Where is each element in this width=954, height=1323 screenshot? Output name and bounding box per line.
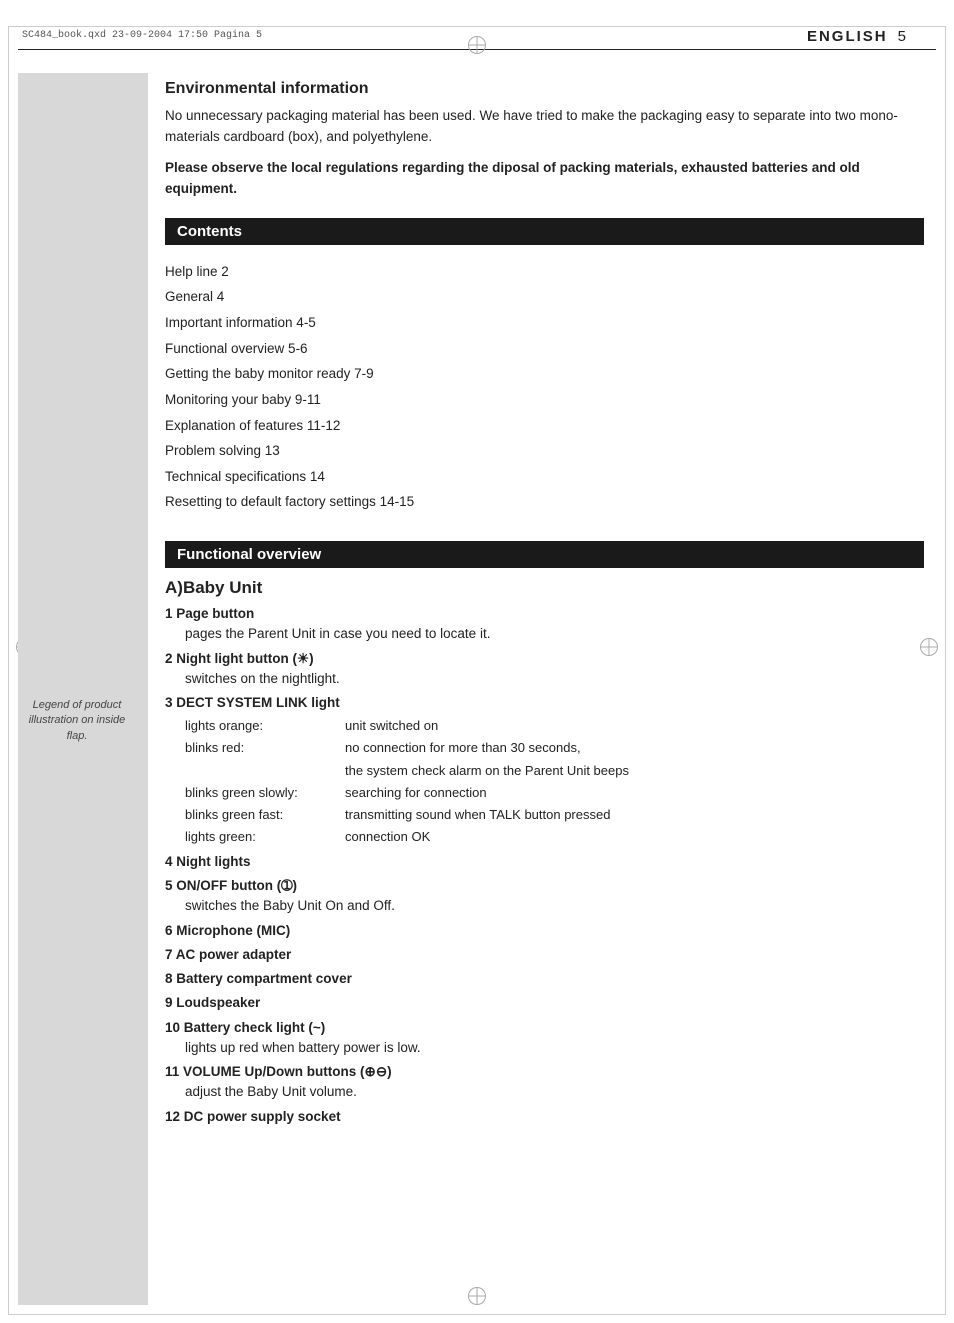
dect-key: lights orange: xyxy=(185,715,345,737)
dect-value: unit switched on xyxy=(345,715,924,737)
dect-key: lights green: xyxy=(185,826,345,848)
item-label: Loudspeaker xyxy=(176,995,260,1010)
item-number: 7 xyxy=(165,947,176,962)
file-stamp: SC484_book.qxd 23-09-2004 17:50 Pagina 5 xyxy=(22,30,262,41)
contents-header: Contents xyxy=(165,218,924,245)
sidebar xyxy=(18,73,148,1305)
item-label: VOLUME Up/Down buttons (⊕⊖) xyxy=(183,1064,392,1079)
dect-table: lights orange:unit switched onblinks red… xyxy=(185,715,924,848)
item-label: Night lights xyxy=(176,854,250,869)
contents-item: Help line 2 xyxy=(165,259,924,285)
item-label: Battery check light (~) xyxy=(184,1020,325,1035)
item-number: 10 xyxy=(165,1020,184,1035)
contents-section: Contents Help line 2General 4Important i… xyxy=(165,218,924,531)
item-number: 1 xyxy=(165,606,176,621)
list-item: 4 Night lights xyxy=(165,852,924,872)
item-description: switches on the nightlight. xyxy=(165,669,924,689)
crosshair-bottom xyxy=(468,1287,486,1305)
crosshair-mid-right xyxy=(920,638,938,656)
baby-unit-items: 1 Page button pages the Parent Unit in ca… xyxy=(165,604,924,1127)
contents-list: Help line 2General 4Important informatio… xyxy=(165,255,924,531)
contents-item: Functional overview 5-6 xyxy=(165,336,924,362)
header-page-number: 5 xyxy=(898,28,906,45)
contents-item: Problem solving 13 xyxy=(165,438,924,464)
dect-key: blinks green slowly: xyxy=(185,782,345,804)
crosshair-top xyxy=(468,36,486,54)
list-item: 6 Microphone (MIC) xyxy=(165,921,924,941)
environmental-title: Environmental information xyxy=(165,80,924,98)
item-description: pages the Parent Unit in case you need t… xyxy=(165,624,924,644)
list-item: 10 Battery check light (~) lights up red … xyxy=(165,1018,924,1059)
list-item: 2 Night light button (☀) switches on the … xyxy=(165,649,924,690)
item-label: AC power adapter xyxy=(176,947,292,962)
dect-row: lights orange:unit switched on xyxy=(185,715,924,737)
item-number: 11 xyxy=(165,1064,183,1079)
environmental-body: No unnecessary packaging material has be… xyxy=(165,106,924,148)
baby-unit-title: A)Baby Unit xyxy=(165,578,924,598)
dect-row: blinks green slowly:searching for connec… xyxy=(185,782,924,804)
functional-overview-header: Functional overview xyxy=(165,541,924,568)
dect-row: blinks green fast:transmitting sound whe… xyxy=(185,804,924,826)
dect-row: lights green:connection OK xyxy=(185,826,924,848)
dect-value: searching for connection xyxy=(345,782,924,804)
list-item: 5 ON/OFF button (➀) switches the Baby Uni… xyxy=(165,876,924,917)
item-number: 9 xyxy=(165,995,176,1010)
contents-item: Technical specifications 14 xyxy=(165,464,924,490)
dect-key: blinks green fast: xyxy=(185,804,345,826)
item-number: 12 xyxy=(165,1109,184,1124)
item-number: 2 xyxy=(165,651,176,666)
environmental-section: Environmental information No unnecessary… xyxy=(165,80,924,200)
item-label: DECT SYSTEM LINK light xyxy=(176,695,340,710)
contents-item: Monitoring your baby 9-11 xyxy=(165,387,924,413)
dect-row: the system check alarm on the Parent Uni… xyxy=(185,760,924,782)
list-item: 9 Loudspeaker xyxy=(165,993,924,1013)
dect-value: no connection for more than 30 seconds, xyxy=(345,737,924,759)
dect-key xyxy=(185,760,345,782)
list-item: 3 DECT SYSTEM LINK light lights orange:un… xyxy=(165,693,924,848)
item-label: Night light button (☀) xyxy=(176,651,313,666)
list-item: 7 AC power adapter xyxy=(165,945,924,965)
contents-item: Resetting to default factory settings 14… xyxy=(165,489,924,515)
dect-value: transmitting sound when TALK button pres… xyxy=(345,804,924,826)
list-item: 12 DC power supply socket xyxy=(165,1107,924,1127)
main-content: Environmental information No unnecessary… xyxy=(165,80,924,1161)
item-label: ON/OFF button (➀) xyxy=(176,878,297,893)
contents-item: Important information 4-5 xyxy=(165,310,924,336)
list-item: 8 Battery compartment cover xyxy=(165,969,924,989)
item-number: 6 xyxy=(165,923,176,938)
dect-value: the system check alarm on the Parent Uni… xyxy=(345,760,924,782)
environmental-notice: Please observe the local regulations reg… xyxy=(165,158,924,200)
item-number: 5 xyxy=(165,878,176,893)
header-title: ENGLISH xyxy=(807,28,888,45)
dect-value: connection OK xyxy=(345,826,924,848)
contents-item: Getting the baby monitor ready 7-9 xyxy=(165,361,924,387)
item-number: 3 xyxy=(165,695,176,710)
item-label: Microphone (MIC) xyxy=(176,923,290,938)
item-number: 8 xyxy=(165,971,176,986)
contents-item: General 4 xyxy=(165,284,924,310)
item-description: adjust the Baby Unit volume. xyxy=(165,1082,924,1102)
item-number: 4 xyxy=(165,854,176,869)
item-label: DC power supply socket xyxy=(184,1109,341,1124)
dect-key: blinks red: xyxy=(185,737,345,759)
item-label: Page button xyxy=(176,606,254,621)
item-description: lights up red when battery power is low. xyxy=(165,1038,924,1058)
dect-row: blinks red:no connection for more than 3… xyxy=(185,737,924,759)
contents-item: Explanation of features 11-12 xyxy=(165,413,924,439)
item-description: switches the Baby Unit On and Off. xyxy=(165,896,924,916)
functional-overview-section: Functional overview A)Baby Unit 1 Page b… xyxy=(165,541,924,1127)
list-item: 1 Page button pages the Parent Unit in ca… xyxy=(165,604,924,645)
item-label: Battery compartment cover xyxy=(176,971,352,986)
list-item: 11 VOLUME Up/Down buttons (⊕⊖) adjust the… xyxy=(165,1062,924,1103)
legend-text: Legend of product illustration on inside… xyxy=(22,698,132,744)
